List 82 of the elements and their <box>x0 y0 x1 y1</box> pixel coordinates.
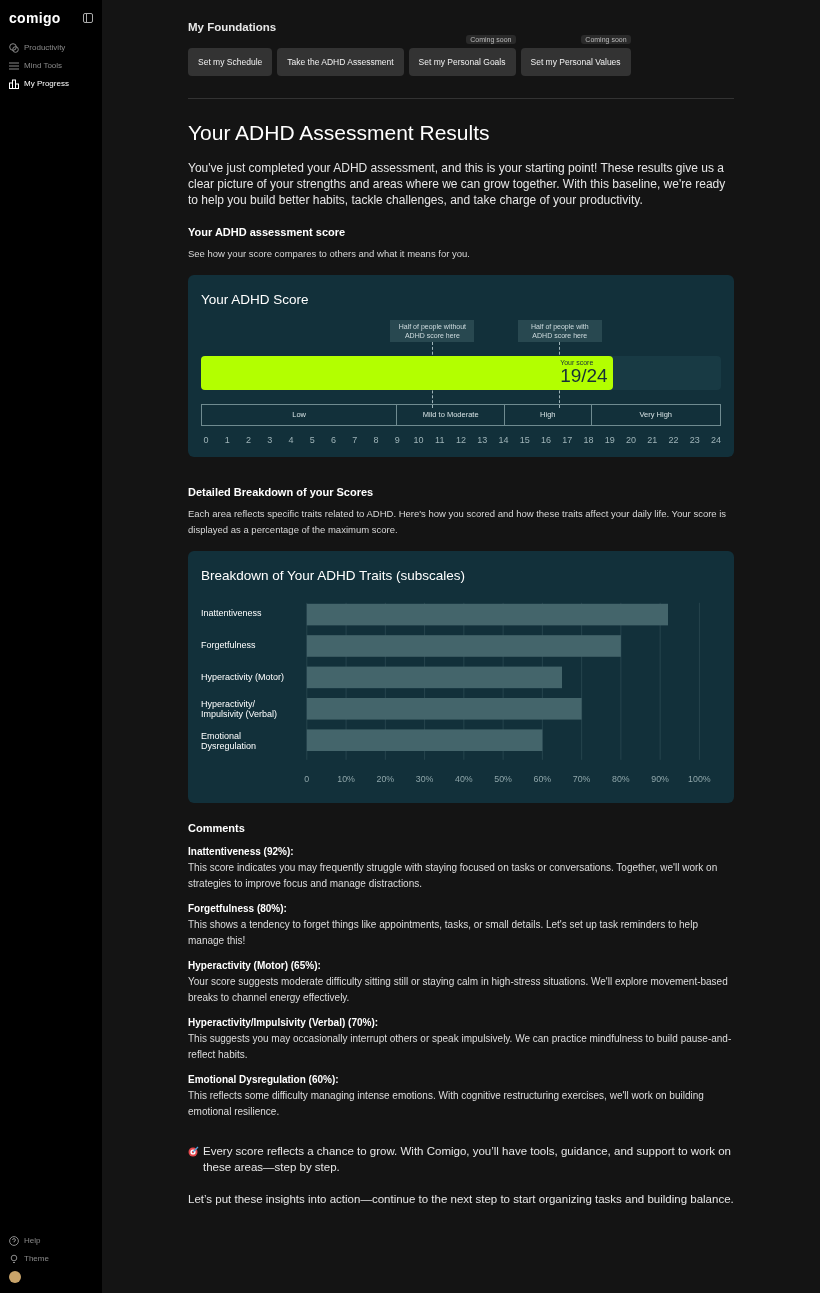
axis-tick-label: 23 <box>689 435 700 445</box>
closing-text: Let’s put these insights into action—continue to the next step to start organizing tasks and building balance. <box>188 1192 734 1207</box>
category-label: Emotional Dysregulation <box>201 730 258 753</box>
axis-tick-label: 50% <box>494 774 512 785</box>
axis-tick-label: 17 <box>562 435 573 445</box>
axis-tick-label: 14 <box>498 435 509 445</box>
score-value: 19/24 <box>560 366 608 386</box>
axis-tick-label: 22 <box>668 435 679 445</box>
axis-tick-label: 100% <box>688 774 711 785</box>
axis-tick-label: 0 <box>304 774 310 785</box>
comment-text: This shows a tendency to forget things like appointments, tasks, or small details. Let's set up task reminders to help manage this! <box>188 918 699 948</box>
comment-text: This suggests you may occasionally interrupt others or speak impulsively. We can practice mindfulness to build pause-and-reflect habits. <box>188 1032 733 1062</box>
foundation-button[interactable]: Set my Personal Values <box>520 48 631 76</box>
comment-heading: Inattentiveness (92%): <box>188 845 295 859</box>
axis-tick-label: 0 <box>202 435 210 445</box>
section-heading: Your ADHD assessment score <box>188 226 347 238</box>
category-label: Hyperactivity/ Impulsivity (Verbal) <box>201 698 279 721</box>
intro-text: You've just completed your ADHD assessment, and this is your starting point! These results give us a clear picture of your strengths and areas where we can grow together. With this baseline, we're ready to help you build better habits, tackle challenges, and take charge of your productivity. <box>188 160 727 208</box>
nav-item[interactable]: My Progress <box>9 78 93 90</box>
card-title: Breakdown of Your ADHD Traits (subscales) <box>201 568 467 583</box>
logo: comigo <box>9 10 61 26</box>
foundation-button[interactable]: Set my Schedule <box>188 48 273 76</box>
axis-tick-label: 8 <box>372 435 380 445</box>
axis-tick-label: 80% <box>612 774 630 785</box>
axis-tick-label: 18 <box>583 435 594 445</box>
axis-tick-label: 20 <box>626 435 636 445</box>
bar-chart-icon <box>9 79 19 89</box>
category-label: Hyperactivity (Motor) <box>201 671 285 684</box>
comment-text: Your score suggests moderate difficulty sitting still or staying calm in high-stress situations. We'll explore movement-based breaks to channel energy effectively. <box>188 975 729 1005</box>
axis-tick-label: 7 <box>351 435 359 445</box>
axis-tick-label: 4 <box>287 435 295 445</box>
lines-icon <box>9 61 19 71</box>
sidebar-toggle-icon[interactable] <box>83 13 93 23</box>
lightbulb-icon <box>9 1254 19 1264</box>
section-heading: Detailed Breakdown of your Scores <box>188 486 375 498</box>
section-heading: Comments <box>188 822 246 834</box>
axis-tick-label: 70% <box>572 774 591 785</box>
axis-tick-label: 6 <box>330 435 337 445</box>
comment-heading: Forgetfulness (80%): <box>188 902 288 916</box>
axis-tick-label: 9 <box>393 435 401 445</box>
axis-tick-label: 10% <box>337 774 355 785</box>
comment-heading: Hyperactivity (Motor) (65%): <box>188 959 322 973</box>
axis-tick-label: 2 <box>245 435 252 445</box>
section-title: My Foundations <box>188 20 278 35</box>
comment-heading: Emotional Dysregulation (60%): <box>188 1073 340 1087</box>
chat-bubbles-icon <box>9 43 19 53</box>
help-icon <box>9 1236 19 1246</box>
avatar[interactable] <box>9 1271 21 1283</box>
category-label: Inattentiveness <box>201 607 263 620</box>
target-icon <box>188 1146 199 1157</box>
axis-tick-label: 90% <box>651 774 669 785</box>
axis-tick-label: 15 <box>519 435 530 445</box>
nav-item[interactable]: Productivity <box>9 42 93 54</box>
axis-tick-label: 13 <box>477 435 488 445</box>
foundation-button[interactable]: Take the ADHD Assessment <box>277 48 404 76</box>
axis-tick-label: 20% <box>376 774 395 785</box>
axis-tick-label: 1 <box>223 435 231 445</box>
nav-item[interactable]: Help <box>9 1235 93 1247</box>
axis-tick-label: 30% <box>415 774 434 785</box>
axis-tick-label: 21 <box>647 435 658 445</box>
axis-tick-label: 24 <box>711 435 721 445</box>
nav-item[interactable]: Theme <box>9 1253 93 1265</box>
comment-heading: Hyperactivity/Impulsivity (Verbal) (70%): <box>188 1016 380 1030</box>
section-text: Each area reflects specific traits related to ADHD. Here's how you scored and how these traits affect your daily life. Your score is displayed as a percentage of the maximum score. <box>188 507 728 537</box>
axis-tick-label: 19 <box>604 435 615 445</box>
axis-tick-label: 12 <box>456 435 466 445</box>
card-title: Your ADHD Score <box>201 292 310 307</box>
axis-tick-label: 5 <box>308 435 316 445</box>
axis-tick-label: 10 <box>413 435 424 445</box>
axis-tick-label: 60% <box>533 774 552 785</box>
comment-text: This score indicates you may frequently struggle with staying focused on tasks or conversations. Together, we'll work on strategies to improve focus and manage distractions. <box>188 861 719 891</box>
axis-tick-label: 16 <box>541 435 551 445</box>
foundation-button[interactable]: Set my Personal Goals <box>408 48 516 76</box>
axis-tick-label: 40% <box>455 774 473 785</box>
axis-tick-label: 11 <box>434 435 445 445</box>
section-text: See how your score compares to others and what it means for you. <box>188 247 471 261</box>
category-label: Forgetfulness <box>201 639 257 652</box>
page-title: Your ADHD Assessment Results <box>188 121 491 145</box>
axis-tick-label: 3 <box>266 435 274 445</box>
closing-text: Every score reflects a chance to grow. With Comigo, you’ll have tools, guidance, and support to work on these areas—step by step. <box>203 1144 732 1175</box>
comment-text: This reflects some difficulty managing intense emotions. With cognitive restructuring exercises, we'll work on building emotional resilience. <box>188 1089 705 1119</box>
nav-item[interactable]: Mind Tools <box>9 60 93 72</box>
